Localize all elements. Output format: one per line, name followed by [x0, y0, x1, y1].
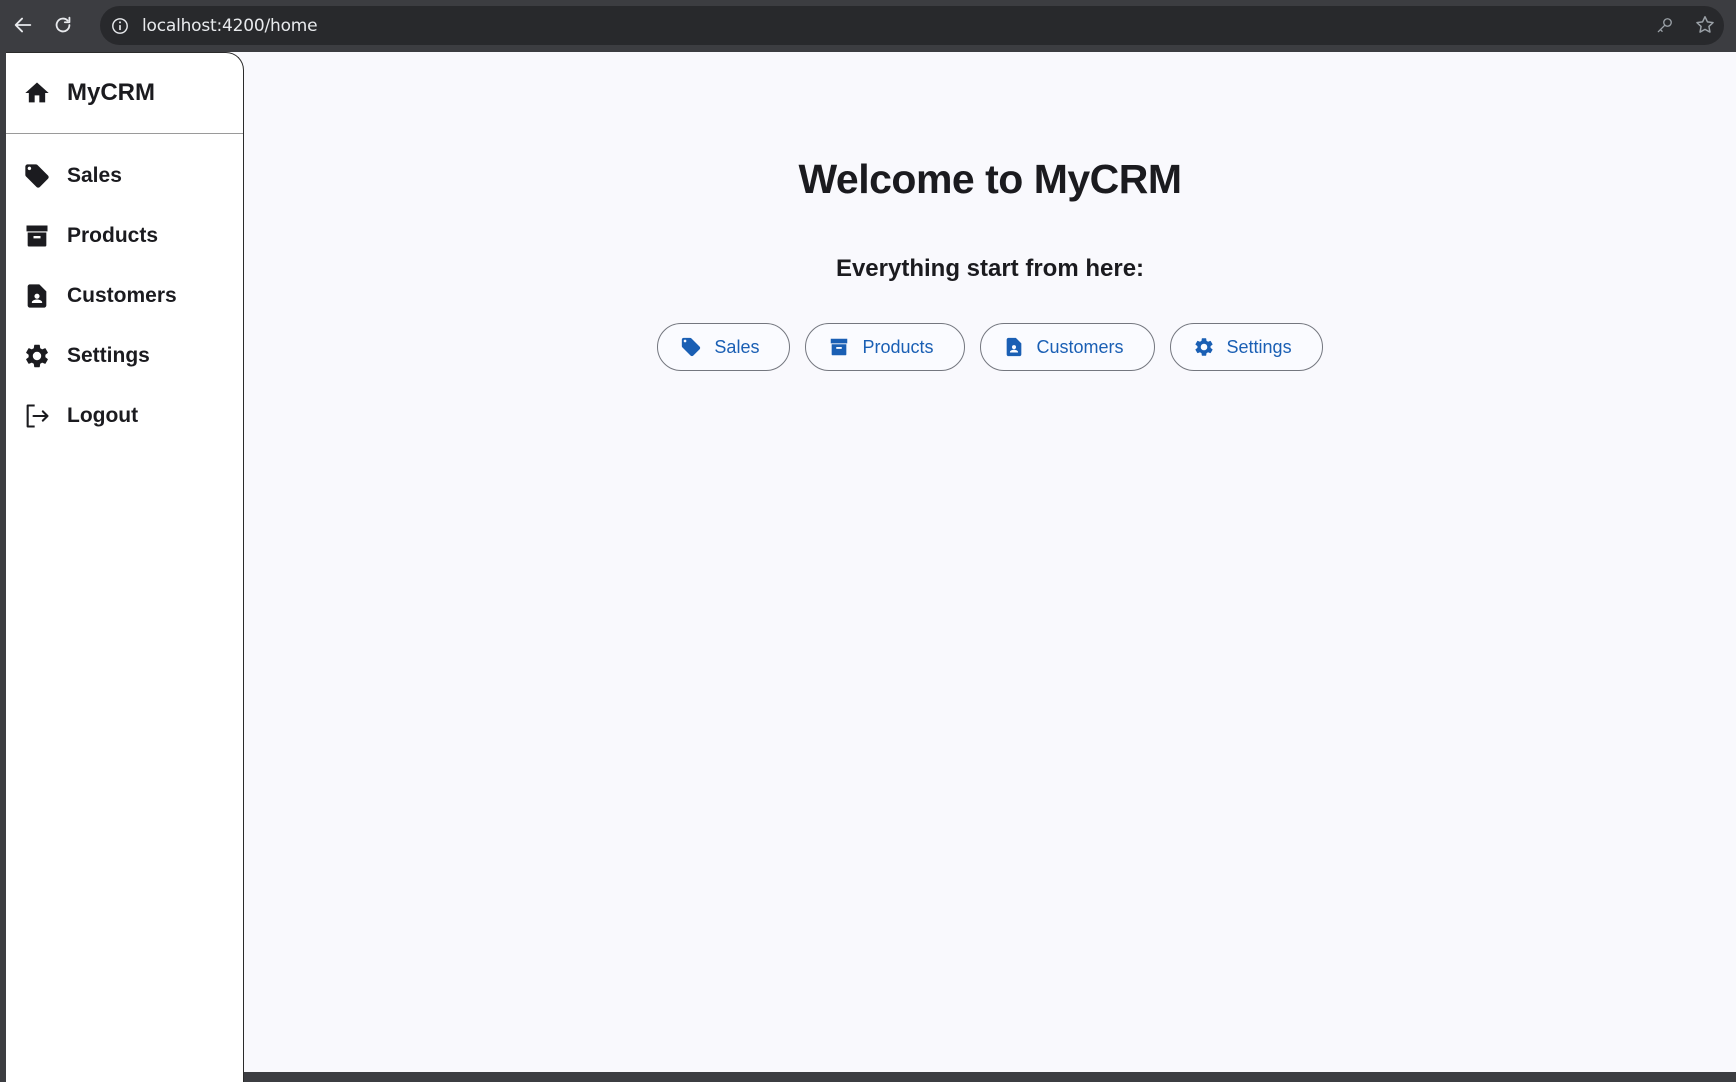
brand-label: MyCRM	[67, 79, 155, 106]
sidebar-item-logout[interactable]: Logout	[6, 386, 243, 446]
logout-icon	[23, 402, 51, 430]
sidebar-item-label: Products	[67, 224, 159, 247]
sidebar-item-sales[interactable]: Sales	[6, 146, 243, 206]
sidebar: MyCRM Sales Products Customers Settings …	[6, 52, 244, 1082]
main-content: Welcome to MyCRM Everything start from h…	[244, 52, 1736, 1072]
sidebar-item-label: Logout	[67, 404, 139, 427]
quick-actions: Sales Products Customers Settings	[244, 323, 1736, 371]
key-icon[interactable]	[1654, 14, 1676, 36]
reload-button[interactable]	[48, 10, 78, 40]
browser-toolbar: localhost:4200/home	[0, 0, 1736, 52]
sidebar-nav: Sales Products Customers Settings Logout	[6, 134, 243, 446]
sidebar-item-label: Sales	[67, 164, 122, 187]
sidebar-item-customers[interactable]: Customers	[6, 266, 243, 326]
page-title: Welcome to MyCRM	[798, 156, 1182, 202]
settings-button-label: Settings	[1226, 336, 1292, 357]
home-icon	[23, 79, 51, 107]
sales-button-label: Sales	[714, 336, 760, 357]
gear-icon	[1193, 336, 1215, 358]
archive-box-icon	[23, 222, 51, 250]
site-info-icon[interactable]	[110, 16, 130, 36]
sidebar-item-label: Settings	[67, 344, 150, 367]
products-button-label: Products	[862, 336, 934, 357]
tag-icon	[680, 336, 702, 358]
customers-button[interactable]: Customers	[979, 323, 1155, 371]
back-arrow-icon	[14, 17, 32, 33]
page-content: MyCRM Sales Products Customers Settings …	[6, 52, 1736, 1082]
gear-icon	[23, 342, 51, 370]
products-button[interactable]: Products	[805, 323, 965, 371]
back-button[interactable]	[8, 10, 38, 40]
sidebar-item-label: Customers	[67, 284, 177, 307]
sidebar-item-products[interactable]: Products	[6, 206, 243, 266]
settings-button[interactable]: Settings	[1169, 323, 1323, 371]
sidebar-brand[interactable]: MyCRM	[6, 53, 243, 134]
contact-file-icon	[23, 282, 51, 310]
bookmark-star-icon[interactable]	[1694, 14, 1716, 36]
tag-icon	[23, 162, 51, 190]
contact-file-icon	[1003, 336, 1025, 358]
reload-icon	[55, 16, 71, 33]
sales-button[interactable]: Sales	[657, 323, 791, 371]
url-text[interactable]: localhost:4200/home	[142, 16, 318, 36]
page-subtitle: Everything start from here:	[835, 255, 1145, 282]
address-bar[interactable]: localhost:4200/home	[100, 6, 1724, 45]
sidebar-item-settings[interactable]: Settings	[6, 326, 243, 386]
customers-button-label: Customers	[1036, 336, 1124, 357]
archive-box-icon	[828, 336, 850, 358]
